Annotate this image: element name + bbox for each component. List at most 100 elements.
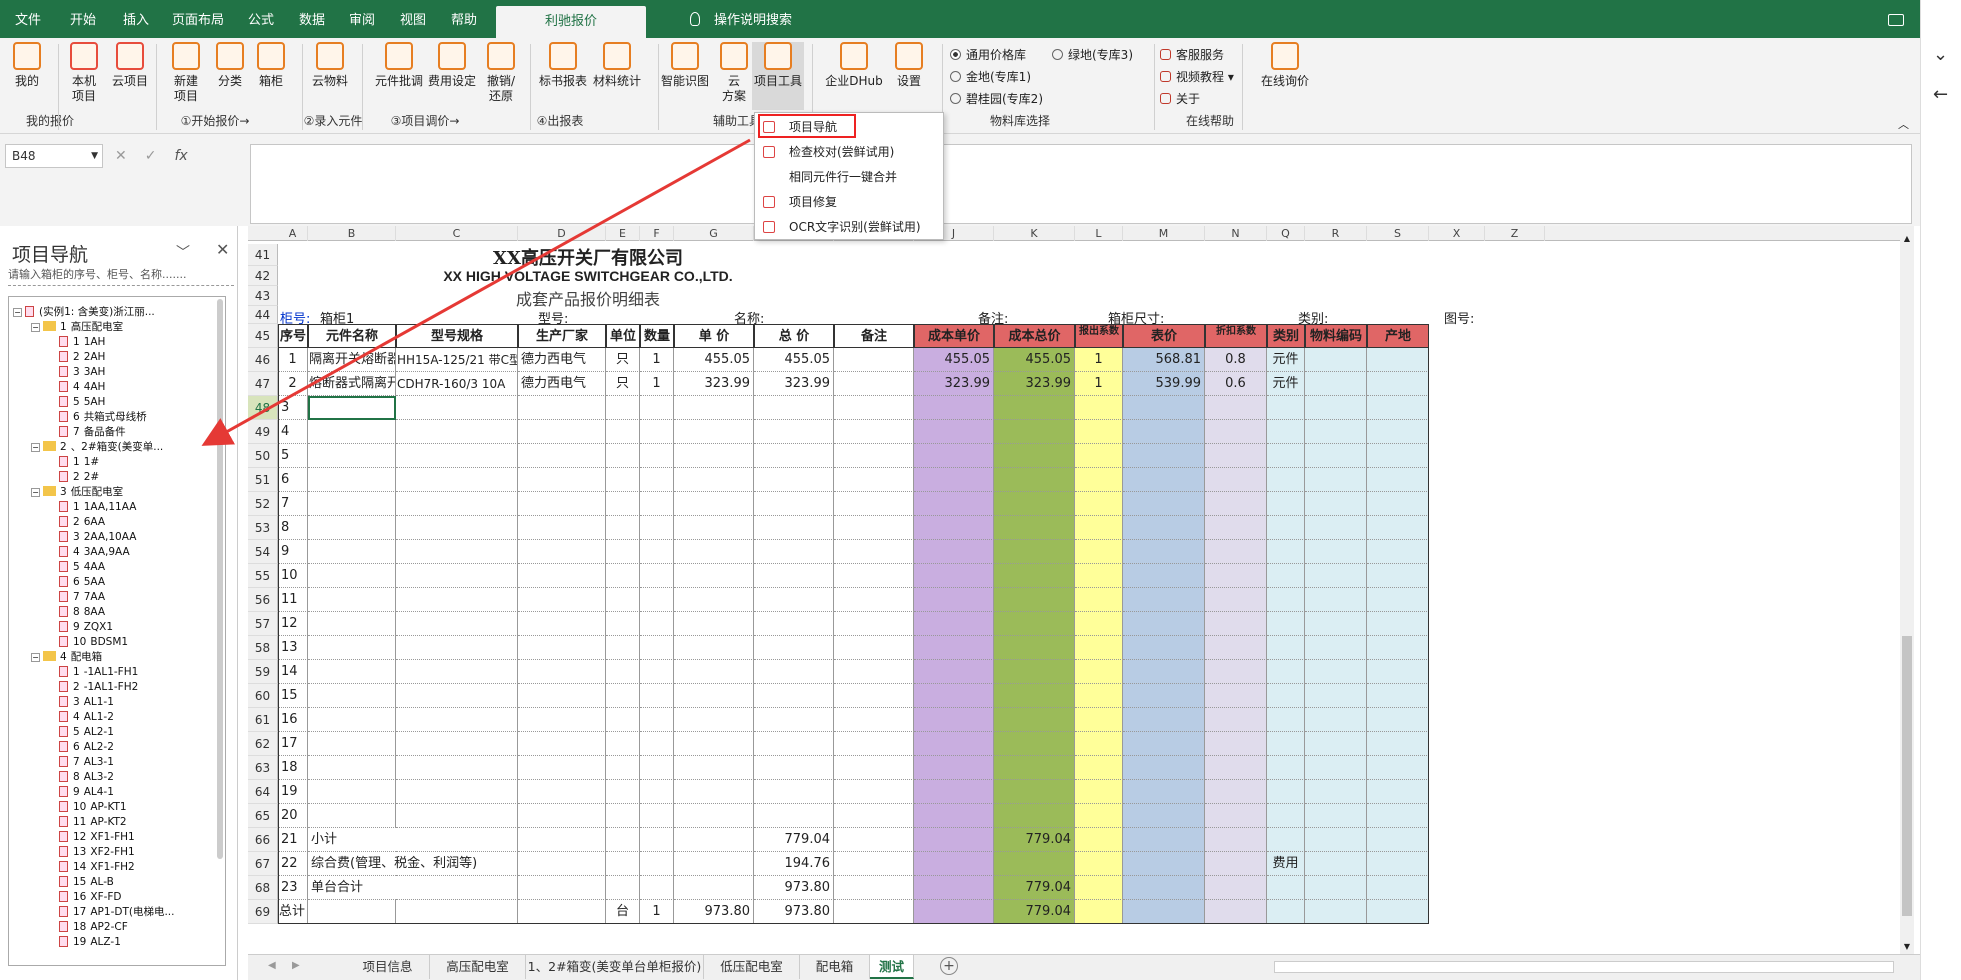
table-cell[interactable] xyxy=(308,492,396,516)
table-cell[interactable]: 323.99 xyxy=(994,372,1075,396)
tree-node[interactable]: − 3 低压配电室 xyxy=(31,485,123,500)
table-cell[interactable] xyxy=(606,804,640,828)
table-cell[interactable] xyxy=(640,732,674,756)
table-cell[interactable] xyxy=(640,780,674,804)
table-cell[interactable]: 7 xyxy=(278,492,308,516)
table-cell[interactable]: 779.04 xyxy=(754,828,834,852)
table-cell[interactable] xyxy=(1367,396,1429,420)
tree-node[interactable]: 16 XF-FD xyxy=(49,890,122,905)
ribbon-button-13[interactable]: 云 方案 xyxy=(716,42,752,104)
table-cell[interactable] xyxy=(914,660,994,684)
table-cell[interactable] xyxy=(834,588,914,612)
table-cell[interactable] xyxy=(1075,852,1123,876)
table-cell[interactable]: 779.04 xyxy=(994,828,1075,852)
table-cell[interactable] xyxy=(640,660,674,684)
table-cell[interactable] xyxy=(518,636,606,660)
table-cell[interactable] xyxy=(1205,708,1267,732)
table-cell[interactable] xyxy=(518,612,606,636)
table-cell[interactable] xyxy=(1123,660,1205,684)
table-cell[interactable] xyxy=(1305,444,1367,468)
table-cell[interactable] xyxy=(1267,732,1305,756)
table-cell[interactable] xyxy=(994,660,1075,684)
column-header[interactable]: G xyxy=(674,226,754,241)
tree-node[interactable]: 5 4AA xyxy=(49,560,105,575)
selected-cell[interactable] xyxy=(308,396,396,420)
table-cell[interactable] xyxy=(1367,852,1429,876)
sheet-tab-5[interactable]: 测试 xyxy=(870,955,914,979)
table-cell[interactable]: 539.99 xyxy=(1123,372,1205,396)
table-cell[interactable] xyxy=(754,804,834,828)
table-cell[interactable] xyxy=(518,684,606,708)
table-cell[interactable] xyxy=(1367,660,1429,684)
table-cell[interactable] xyxy=(1267,756,1305,780)
table-cell[interactable]: 8 xyxy=(278,516,308,540)
table-cell[interactable] xyxy=(606,732,640,756)
table-cell[interactable] xyxy=(994,708,1075,732)
table-cell[interactable]: 779.04 xyxy=(994,900,1075,924)
table-cell[interactable] xyxy=(674,756,754,780)
tree-node[interactable]: 7 AL3-1 xyxy=(49,755,114,770)
row-header[interactable]: 53 xyxy=(248,516,278,540)
table-cell[interactable] xyxy=(1075,420,1123,444)
table-cell[interactable] xyxy=(834,876,914,900)
table-cell[interactable] xyxy=(1267,804,1305,828)
table-cell[interactable] xyxy=(914,492,994,516)
table-cell[interactable]: 17 xyxy=(278,732,308,756)
table-cell[interactable] xyxy=(754,756,834,780)
table-cell[interactable] xyxy=(914,540,994,564)
sheet-tab-4[interactable]: 配电箱 xyxy=(800,955,870,979)
menu-tab-10[interactable]: 操作说明搜索 xyxy=(688,0,798,38)
chevron-down-icon[interactable]: ⌄ xyxy=(1920,34,1961,74)
row-header[interactable]: 45 xyxy=(248,324,278,348)
tree-node[interactable]: 15 AL-B xyxy=(49,875,114,890)
chevron-down-icon[interactable]: ﹀ xyxy=(176,242,190,262)
tree-node[interactable]: 7 备品备件 xyxy=(49,425,126,440)
table-cell[interactable] xyxy=(518,492,606,516)
table-cell[interactable] xyxy=(396,396,518,420)
column-header[interactable]: N xyxy=(1205,226,1267,241)
tree-node[interactable]: 3 AL1-1 xyxy=(49,695,114,710)
table-cell[interactable] xyxy=(674,780,754,804)
table-cell[interactable] xyxy=(606,756,640,780)
table-cell[interactable] xyxy=(1123,396,1205,420)
ribbon-button-3[interactable]: 新建 项目 xyxy=(168,42,204,104)
row-header[interactable]: 52 xyxy=(248,492,278,516)
table-cell[interactable] xyxy=(606,780,640,804)
table-cell[interactable] xyxy=(606,612,640,636)
table-cell[interactable]: 973.80 xyxy=(674,900,754,924)
table-cell[interactable]: 1 xyxy=(640,372,674,396)
table-cell[interactable] xyxy=(1305,828,1367,852)
tree-node[interactable]: 6 共箱式母线桥 xyxy=(49,410,147,425)
table-cell[interactable] xyxy=(396,636,518,660)
table-cell[interactable] xyxy=(640,708,674,732)
table-cell[interactable] xyxy=(754,636,834,660)
table-cell[interactable] xyxy=(308,468,396,492)
row-header[interactable]: 63 xyxy=(248,756,278,780)
table-cell[interactable]: 4 xyxy=(278,420,308,444)
table-cell[interactable] xyxy=(1123,684,1205,708)
table-cell[interactable] xyxy=(1305,516,1367,540)
table-cell[interactable] xyxy=(914,396,994,420)
table-cell[interactable] xyxy=(834,612,914,636)
table-cell[interactable] xyxy=(396,612,518,636)
table-cell[interactable]: 323.99 xyxy=(674,372,754,396)
row-header[interactable]: 46 xyxy=(248,348,278,372)
menu-tab-0[interactable]: 文件 xyxy=(8,0,48,38)
column-header[interactable]: M xyxy=(1123,226,1205,241)
table-cell[interactable]: 323.99 xyxy=(914,372,994,396)
sheet-tab-2[interactable]: 1、2#箱变(美变单台单柜报价) xyxy=(526,955,704,979)
table-cell[interactable] xyxy=(914,420,994,444)
table-cell[interactable] xyxy=(1267,516,1305,540)
table-cell[interactable]: 19 xyxy=(278,780,308,804)
table-cell[interactable]: 16 xyxy=(278,708,308,732)
table-cell[interactable] xyxy=(308,420,396,444)
table-cell[interactable] xyxy=(1267,396,1305,420)
table-cell[interactable] xyxy=(1367,492,1429,516)
table-cell[interactable] xyxy=(396,756,518,780)
table-cell[interactable] xyxy=(1367,780,1429,804)
table-cell[interactable]: 只 xyxy=(606,348,640,372)
table-cell[interactable] xyxy=(1267,828,1305,852)
tree-node[interactable]: 10 AP-KT1 xyxy=(49,800,127,815)
row-header[interactable]: 48 xyxy=(248,396,278,420)
table-cell[interactable] xyxy=(674,564,754,588)
